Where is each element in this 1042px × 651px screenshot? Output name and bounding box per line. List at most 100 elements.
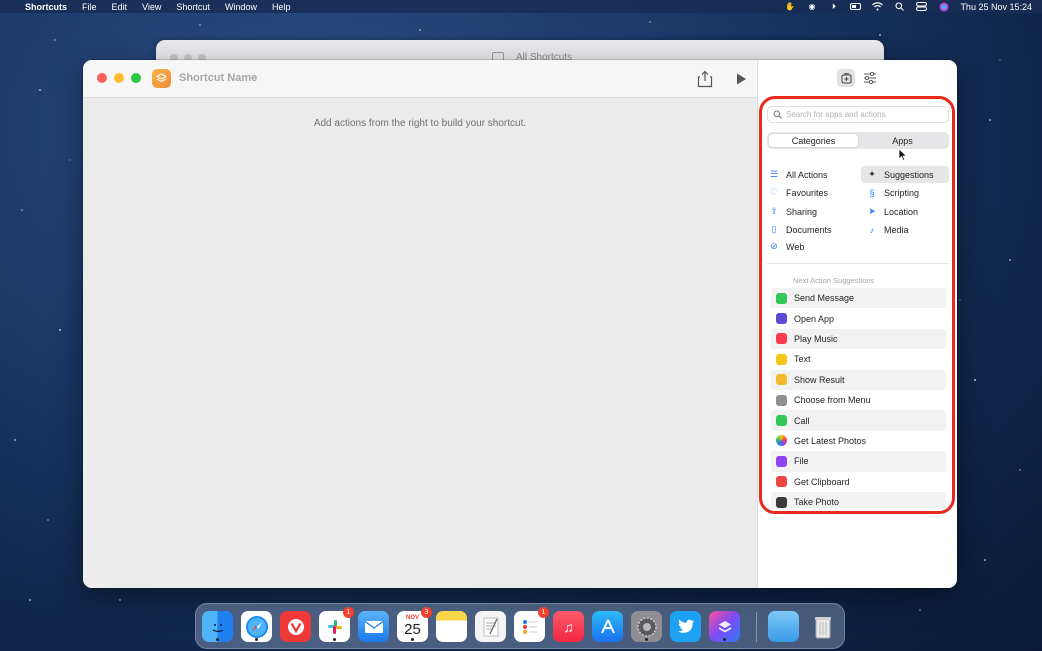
menu-window[interactable]: Window <box>225 2 257 12</box>
menu-icon <box>776 394 787 406</box>
action-show-result[interactable]: Show Result <box>771 369 946 390</box>
app-store-icon[interactable] <box>592 611 623 642</box>
battery-icon[interactable] <box>850 2 862 11</box>
hand-icon[interactable]: ✋ <box>784 2 795 11</box>
run-play-icon[interactable] <box>734 72 748 86</box>
music-icon[interactable]: ♫ <box>553 611 584 642</box>
sidebar-toolbar <box>758 60 957 98</box>
siri-icon[interactable] <box>938 2 949 11</box>
slack-badge: 1 <box>343 607 354 618</box>
shortcut-icon[interactable] <box>152 69 171 88</box>
search-icon <box>773 110 782 121</box>
wifi-icon[interactable] <box>872 2 884 11</box>
category-web[interactable]: ⊘ Web <box>769 238 804 255</box>
category-suggestions[interactable]: ✦ Suggestions <box>861 166 949 183</box>
action-open-app[interactable]: Open App <box>771 308 946 328</box>
category-scripting[interactable]: § Scripting <box>867 184 919 201</box>
menu-view[interactable]: View <box>142 2 161 12</box>
category-documents[interactable]: ▯ Documents <box>769 221 832 238</box>
action-label: File <box>794 456 809 467</box>
music-icon <box>776 333 787 345</box>
system-preferences-icon[interactable] <box>631 611 662 642</box>
camera-icon <box>776 496 787 508</box>
category-all-actions[interactable]: ☰ All Actions <box>769 166 828 183</box>
action-choose-from-menu[interactable]: Choose from Menu <box>771 390 946 410</box>
list-icon: ☰ <box>769 169 779 179</box>
action-label: Show Result <box>794 374 845 385</box>
calendar-icon[interactable]: NOV 25 3 <box>397 607 432 642</box>
file-icon <box>776 455 787 467</box>
minimize-window-button[interactable] <box>114 73 124 83</box>
menu-app-name[interactable]: Shortcuts <box>25 2 67 12</box>
action-call[interactable]: Call <box>771 410 946 431</box>
music-note-icon: ♪ <box>869 224 875 235</box>
close-window-button[interactable] <box>97 73 107 83</box>
action-get-latest-photos[interactable]: Get Latest Photos <box>771 431 946 451</box>
settings-sliders-icon[interactable] <box>863 71 877 85</box>
search-input[interactable]: Search for apps and actions <box>767 106 949 123</box>
segment-categories[interactable]: Categories <box>769 134 858 147</box>
action-play-music[interactable]: Play Music <box>771 328 946 350</box>
segment-apps[interactable]: Apps <box>858 134 947 147</box>
mouse-cursor-icon <box>898 148 908 162</box>
action-take-photo[interactable]: Take Photo <box>771 491 946 508</box>
reminders-icon[interactable]: 1 <box>514 607 549 642</box>
menu-help[interactable]: Help <box>272 2 291 12</box>
phone-icon <box>776 415 787 427</box>
dock-separator <box>756 612 757 642</box>
category-label: Web <box>786 241 805 252</box>
mail-icon[interactable] <box>358 611 389 642</box>
action-file[interactable]: File <box>771 451 946 472</box>
menu-edit[interactable]: Edit <box>112 2 128 12</box>
category-label: Favourites <box>786 187 829 198</box>
shortcut-name-field[interactable]: Shortcut Name <box>179 72 257 84</box>
category-favourites[interactable]: ♡ Favourites <box>769 184 828 201</box>
category-label: Location <box>884 206 919 217</box>
location-arrow-icon: ➤ <box>868 206 876 216</box>
safari-icon[interactable] <box>241 611 272 642</box>
editor-toolbar: Shortcut Name <box>83 60 757 98</box>
twitter-icon[interactable] <box>670 611 701 642</box>
vivaldi-icon[interactable] <box>280 611 311 642</box>
category-label: All Actions <box>786 169 828 180</box>
control-center-icon[interactable] <box>916 2 928 11</box>
action-label: Take Photo <box>794 497 840 508</box>
suggested-actions-list: Send Message Open App Play Music Text Sh… <box>771 288 946 508</box>
finder-icon[interactable] <box>202 611 233 642</box>
menu-file[interactable]: File <box>82 2 97 12</box>
action-label: Open App <box>794 313 835 324</box>
category-media[interactable]: ♪ Media <box>867 221 909 238</box>
slack-icon[interactable]: 1 <box>319 607 354 642</box>
editor-canvas[interactable]: Add actions from the right to build your… <box>83 98 757 588</box>
play-circle-icon[interactable]: ⏵ <box>828 2 839 11</box>
share-icon[interactable] <box>697 70 713 88</box>
category-location[interactable]: ➤ Location <box>867 203 918 220</box>
dock: 1 NOV 25 3 1 ♫ <box>195 603 845 649</box>
menu-bar: Shortcuts File Edit View Shortcut Window… <box>0 0 1042 13</box>
spotlight-search-icon[interactable] <box>894 2 905 11</box>
trash-icon[interactable] <box>807 611 838 642</box>
action-text[interactable]: Text <box>771 349 946 369</box>
action-label: Choose from Menu <box>794 395 871 406</box>
category-sharing[interactable]: ⇪ Sharing <box>769 203 817 220</box>
screen-record-icon[interactable]: ◉ <box>806 2 817 11</box>
empty-editor-hint: Add actions from the right to build your… <box>313 118 527 129</box>
shortcuts-app-icon[interactable] <box>709 611 740 642</box>
menu-shortcut[interactable]: Shortcut <box>176 2 210 12</box>
downloads-folder-icon[interactable] <box>768 611 799 642</box>
menu-clock[interactable]: Thu 25 Nov 15:24 <box>960 2 1032 12</box>
textedit-icon[interactable] <box>475 611 506 642</box>
action-label: Text <box>794 354 811 365</box>
category-label: Media <box>884 224 909 235</box>
category-label: Documents <box>786 224 832 235</box>
action-label: Get Latest Photos <box>794 435 867 446</box>
category-label: Suggestions <box>884 169 934 180</box>
zoom-window-button[interactable] <box>131 73 141 83</box>
traffic-lights <box>97 73 141 83</box>
sidebar-divider <box>767 263 949 264</box>
action-library-icon[interactable] <box>837 69 855 87</box>
action-label: Play Music <box>794 333 838 344</box>
notes-icon[interactable] <box>436 611 467 642</box>
action-send-message[interactable]: Send Message <box>771 288 946 309</box>
action-get-clipboard[interactable]: Get Clipboard <box>771 472 946 492</box>
